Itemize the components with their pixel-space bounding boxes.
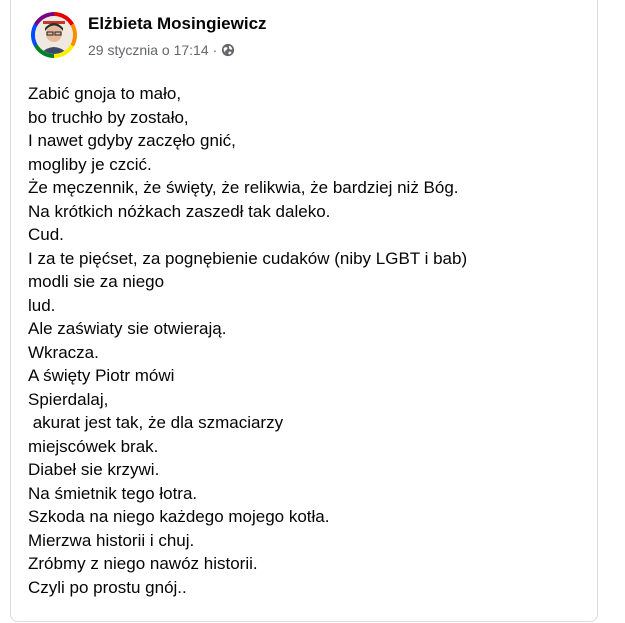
post-text-line: mogliby je czcić. xyxy=(28,154,152,174)
post-text-line: Diabeł sie krzywi. xyxy=(28,460,160,479)
post-text: Zabić gnoja to mało, bo truchło by został… xyxy=(28,82,588,599)
post-text-line: Ale zaświaty sie otwierają. xyxy=(28,319,227,338)
post-text-line: Na krótkich nóżkach zaszedł tak daleko. xyxy=(28,201,331,221)
post-text-line: I za te pięćset, za pognębienie cudaków … xyxy=(28,248,468,268)
post-text-line: bo truchło by zostało, xyxy=(28,107,189,127)
post-text-line: modli sie za niego xyxy=(28,272,165,291)
post-text-line: lud. xyxy=(28,295,56,315)
post-text-line: I nawet gdyby zaczęło gnić, xyxy=(28,131,236,150)
post-text-line: Że męczennik, że święty, że relikwia, że… xyxy=(28,178,459,197)
page: Elżbieta Mosingiewicz 29 stycznia o 17:1… xyxy=(0,0,625,623)
post-text-line: Cud. xyxy=(28,225,64,244)
post-timestamp[interactable]: 29 stycznia o 17:14 xyxy=(88,42,209,58)
post-text-line: Czyli po prostu gnój.. xyxy=(28,577,187,597)
post-meta: 29 stycznia o 17:14 · xyxy=(88,42,235,58)
meta-separator: · xyxy=(212,42,218,58)
post-text-line: Szkoda na niego każdego mojego kotła. xyxy=(28,507,330,526)
post-text-line: Mierzwa historii i chuj. xyxy=(28,530,195,550)
post-text-line: Na śmietnik tego łotra. xyxy=(28,483,198,503)
avatar[interactable] xyxy=(31,12,77,58)
post-text-line: Wkracza. xyxy=(28,342,99,362)
post-text-line: miejscówek brak. xyxy=(28,436,159,456)
post-text-line: akurat jest tak, że dla szmaciarzy xyxy=(28,413,284,432)
post-card: Elżbieta Mosingiewicz 29 stycznia o 17:1… xyxy=(10,0,598,622)
author-name[interactable]: Elżbieta Mosingiewicz xyxy=(88,14,267,34)
post-text-line: Zróbmy z niego nawóz historii. xyxy=(28,554,258,573)
post-text-line: Spierdalaj, xyxy=(28,389,109,409)
globe-icon[interactable] xyxy=(221,43,235,57)
avatar-photo xyxy=(35,16,73,54)
post-text-line: A święty Piotr mówi xyxy=(28,366,175,385)
post-text-line: Zabić gnoja to mało, xyxy=(28,84,182,103)
